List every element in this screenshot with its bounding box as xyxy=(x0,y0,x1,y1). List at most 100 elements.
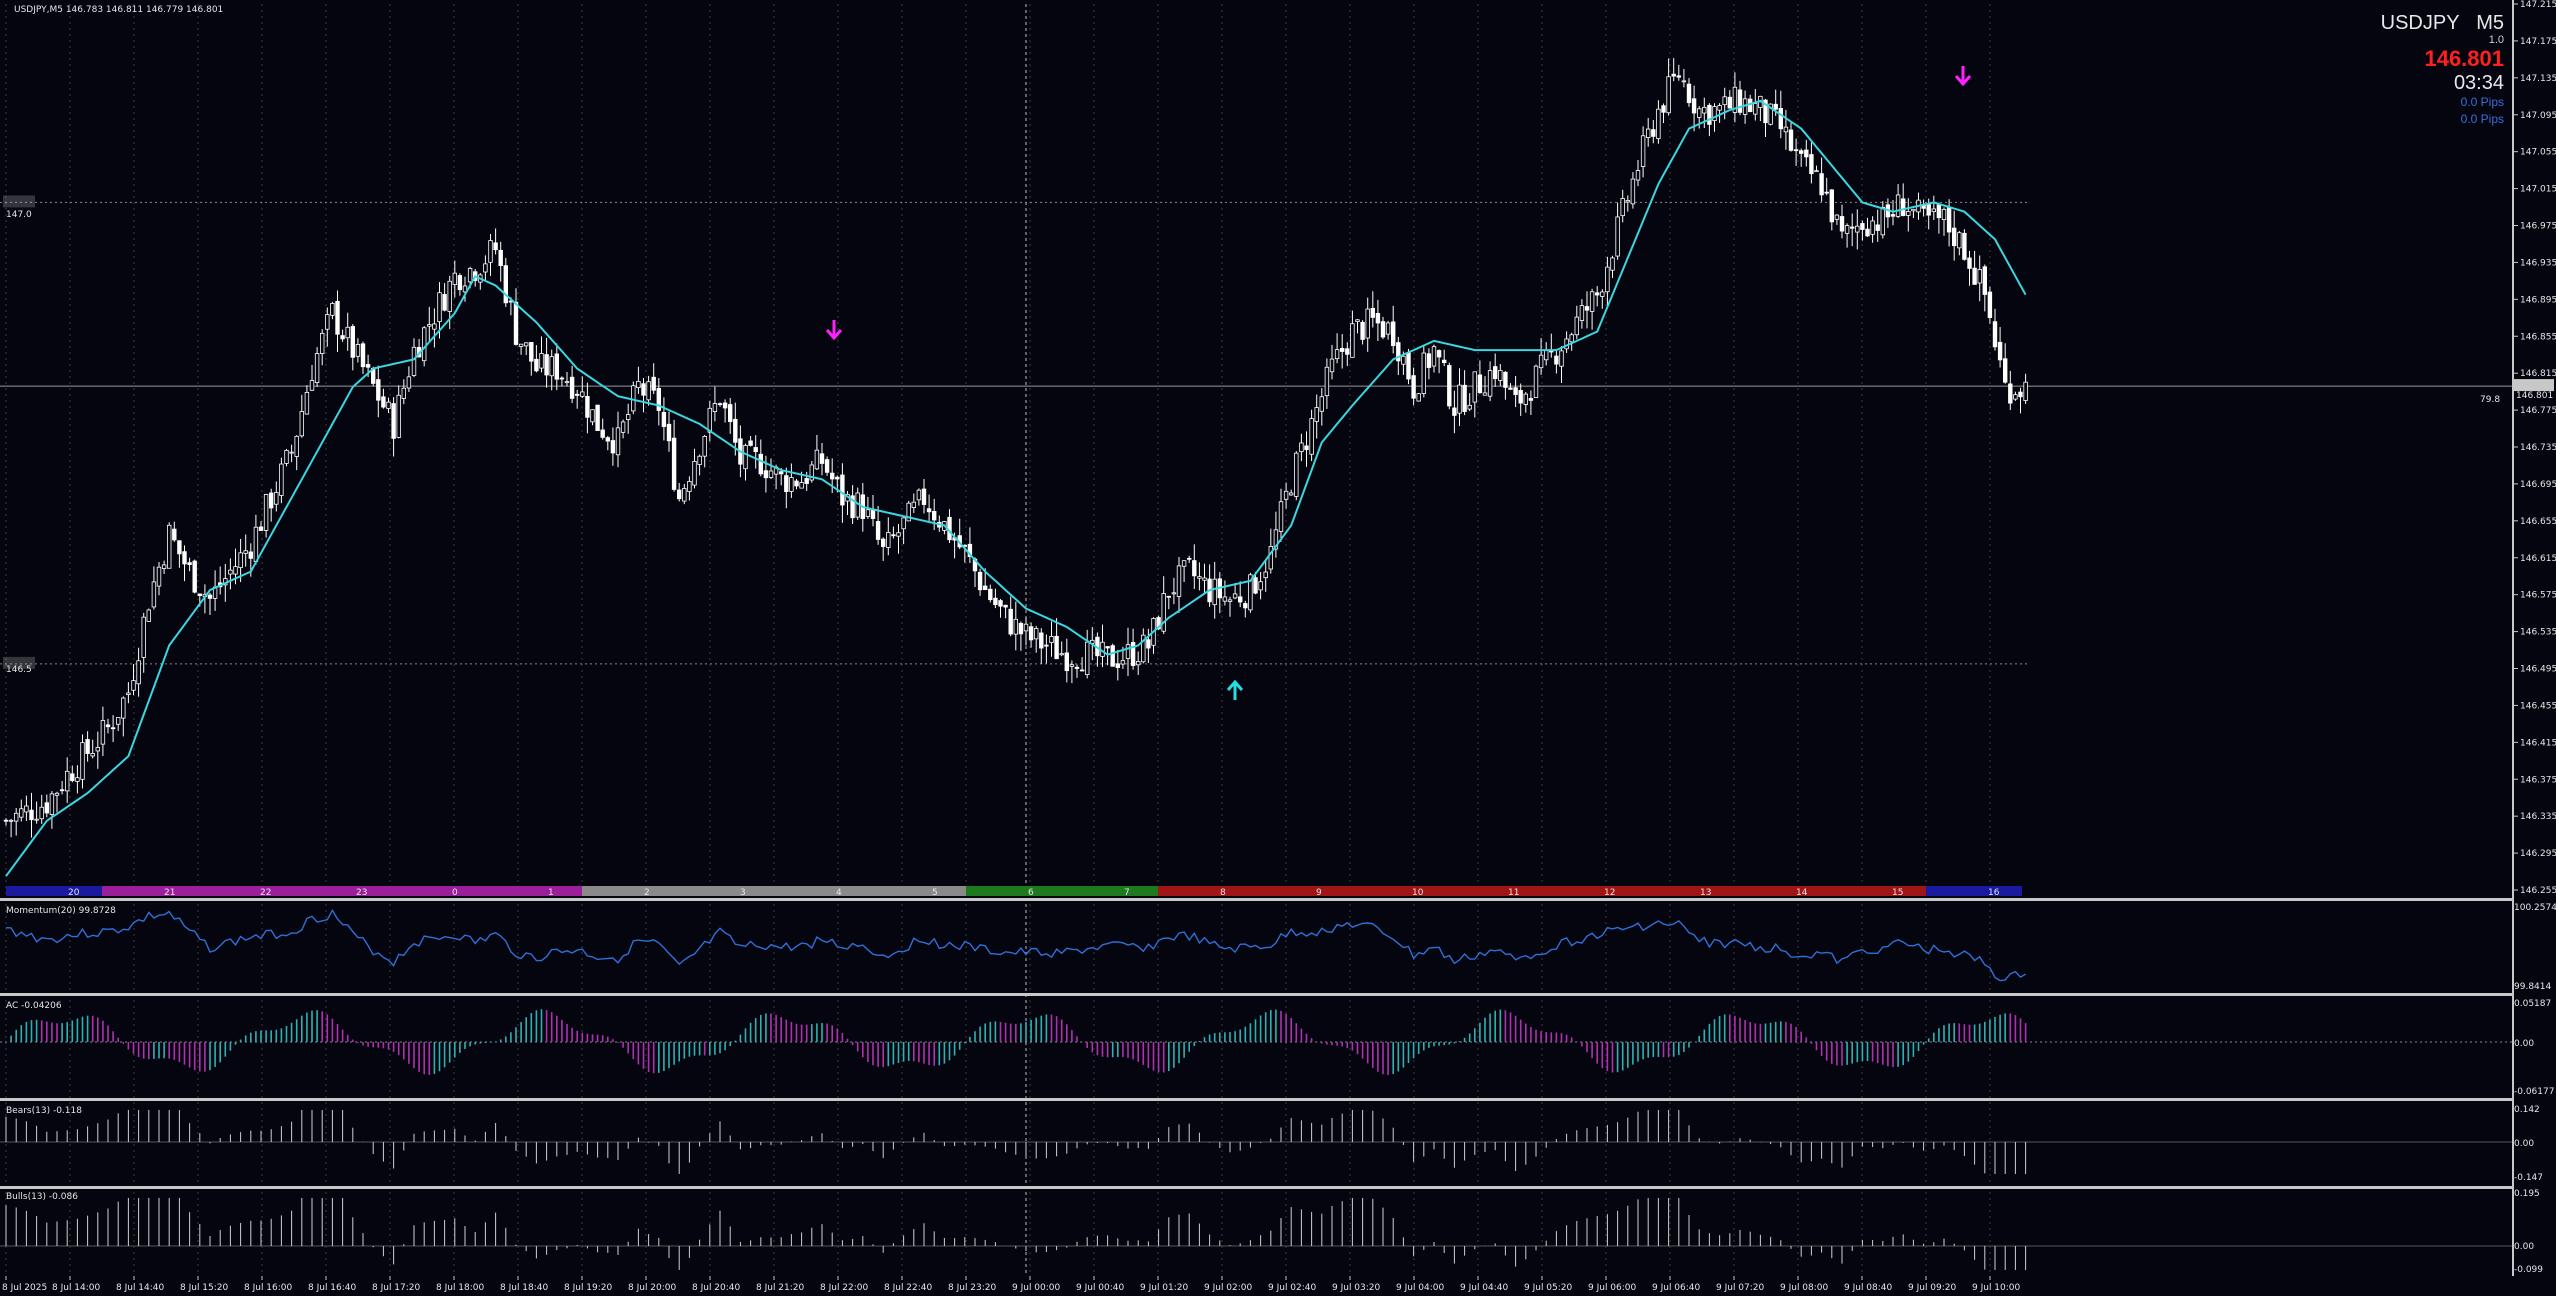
candle-down xyxy=(988,588,993,601)
candle-up xyxy=(697,455,702,465)
candle-down xyxy=(59,789,65,792)
time-tick-label: 9 Jul 04:00 xyxy=(1396,1283,1445,1293)
candle-down xyxy=(1115,663,1120,668)
candle-up xyxy=(1120,660,1126,665)
candle-up xyxy=(1421,352,1426,394)
candle-down xyxy=(1595,292,1600,296)
hour-label: 4 xyxy=(836,888,842,898)
price-tick-label: 147.055 xyxy=(2520,148,2556,158)
candle-up xyxy=(1049,636,1054,643)
candle-up xyxy=(1615,216,1620,257)
candle-down xyxy=(1079,669,1085,672)
chart-window[interactable]: 20 21 22 23 0 1 2 3 4 5 6 7 8 9 10 11 12 13 14 15 16 147.215… xyxy=(0,0,2556,1296)
bulls-tick-zero: 0.00 xyxy=(2514,1242,2534,1252)
hour-segment xyxy=(390,886,486,896)
hour-label: 23 xyxy=(356,888,367,898)
candle-down xyxy=(1982,266,1987,295)
candle-up xyxy=(1431,346,1437,367)
candle-up xyxy=(284,450,289,464)
candle-up xyxy=(13,812,19,822)
time-tick-label: 9 Jul 00:40 xyxy=(1076,1283,1125,1293)
candle-up xyxy=(233,566,238,575)
candle-down xyxy=(585,396,590,418)
candle-up xyxy=(1722,96,1727,106)
candle-down xyxy=(1804,149,1809,158)
candle-up xyxy=(314,353,320,384)
hour-segment xyxy=(678,886,774,896)
candle-up xyxy=(1635,170,1641,181)
bulls-tick-top: 0.195 xyxy=(2514,1189,2540,1199)
candle-down xyxy=(1074,666,1080,669)
candle-down xyxy=(1105,646,1110,649)
candle-up xyxy=(1977,269,1982,284)
candle-down xyxy=(70,773,75,782)
pips-readout-1: 0.0 Pips xyxy=(2460,95,2504,109)
candle-up xyxy=(1355,319,1360,322)
candle-down xyxy=(1926,203,1931,216)
candle-down xyxy=(1788,129,1794,151)
hour-segment xyxy=(198,886,294,896)
candle-down xyxy=(875,521,881,540)
candle-down xyxy=(722,402,728,409)
candle-down xyxy=(1452,407,1457,416)
candle-down xyxy=(172,528,177,541)
candle-down xyxy=(1493,366,1498,380)
candle-up xyxy=(692,460,697,486)
candle-up xyxy=(1697,108,1702,118)
candle-down xyxy=(733,418,738,443)
candle-down xyxy=(1442,359,1447,364)
candle-down xyxy=(1192,560,1197,577)
candle-down xyxy=(268,492,274,509)
candle-up xyxy=(1222,596,1228,602)
candle-up xyxy=(896,532,901,537)
time-tick-label: 9 Jul 10:00 xyxy=(1972,1283,2021,1293)
hour-segment xyxy=(102,886,198,896)
candle-down xyxy=(1447,365,1452,407)
candle-up xyxy=(799,482,804,489)
candle-down xyxy=(554,353,559,380)
candle-down xyxy=(442,294,447,311)
candle-down xyxy=(1436,350,1442,358)
candle-up xyxy=(1574,316,1579,336)
candle-down xyxy=(1860,223,1865,230)
info-panel: USDJPY M5 1.0 146.801 03:34 0.0 Pips 0.0… xyxy=(2381,12,2504,128)
time-tick-label: 8 Jul 18:40 xyxy=(500,1283,549,1293)
candle-up xyxy=(687,481,692,492)
candle-up xyxy=(911,501,916,508)
hour-label: 20 xyxy=(68,888,80,898)
candle-up xyxy=(1263,571,1268,579)
candle-up xyxy=(518,343,524,347)
candle-down xyxy=(1901,198,1906,217)
candle-up xyxy=(299,411,304,437)
price-tick-label: 146.615 xyxy=(2520,554,2556,564)
candle-down xyxy=(983,585,988,591)
candle-down xyxy=(1793,149,1799,152)
candle-up xyxy=(1559,350,1564,367)
candle-up xyxy=(1176,565,1182,597)
candle-up xyxy=(427,324,432,327)
candle-up xyxy=(34,818,39,821)
candle-down xyxy=(376,379,381,401)
candle-down xyxy=(600,429,605,438)
candle-down xyxy=(1799,150,1804,154)
symbol-label: USDJPY xyxy=(2380,12,2460,34)
candle-up xyxy=(1498,369,1503,381)
candle-down xyxy=(1778,108,1783,130)
candle-up xyxy=(1227,599,1233,602)
candle-up xyxy=(1136,661,1141,666)
candle-down xyxy=(1110,645,1115,667)
price-tick-label: 146.935 xyxy=(2520,258,2556,268)
candle-down xyxy=(29,809,34,821)
candle-down xyxy=(182,551,187,565)
candle-down xyxy=(1676,75,1681,78)
hour-segment xyxy=(870,886,966,896)
candle-down xyxy=(1890,214,1896,217)
candle-down xyxy=(1054,635,1059,660)
candle-up xyxy=(590,409,595,423)
candle-up xyxy=(238,552,243,569)
candle-up xyxy=(1401,355,1406,365)
hour-label: 2 xyxy=(644,888,650,898)
hour-segment xyxy=(774,886,870,896)
candle-up xyxy=(100,720,106,745)
momentum-tick-top: 100.2574 xyxy=(2514,903,2556,913)
